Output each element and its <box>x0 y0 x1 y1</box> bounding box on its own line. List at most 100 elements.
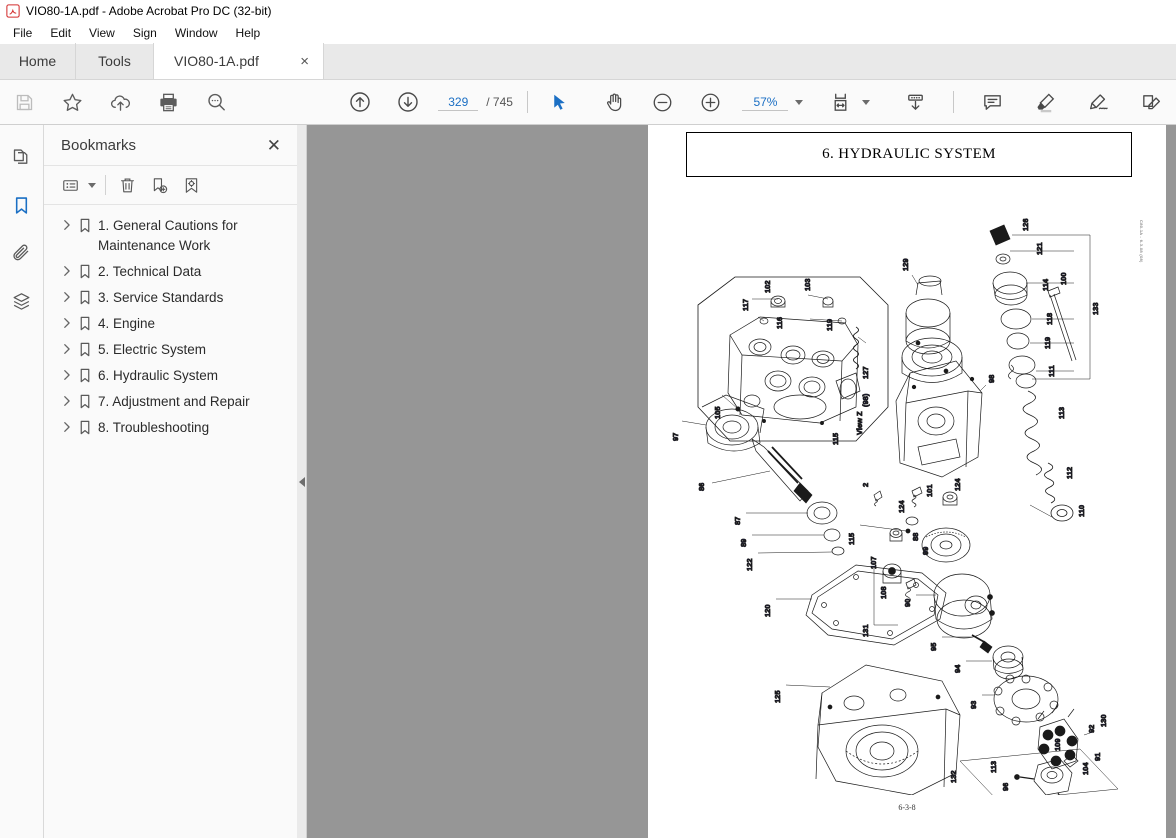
callout-107: 107 <box>869 556 878 569</box>
search-button[interactable] <box>201 87 231 117</box>
upload-cloud-button[interactable] <box>105 87 135 117</box>
chevron-right-icon[interactable] <box>58 392 74 407</box>
toolbar-tools-group <box>535 87 939 117</box>
previous-page-button[interactable] <box>345 87 375 117</box>
page-number-input[interactable] <box>438 93 479 111</box>
bookmark-item-7[interactable]: 7. Adjustment and Repair <box>44 389 297 415</box>
trash-icon <box>121 177 134 192</box>
hand-icon <box>607 93 622 111</box>
download-pages-button[interactable] <box>900 87 930 117</box>
bookmark-item-4[interactable]: 4. Engine <box>44 311 297 337</box>
callout-102: 102 <box>763 280 772 293</box>
callout-126: 126 <box>1021 218 1030 231</box>
arrow-down-circle-icon <box>398 92 418 112</box>
rail-layers[interactable] <box>6 285 38 317</box>
layers-icon <box>13 292 30 310</box>
tab-tools[interactable]: Tools <box>76 43 154 79</box>
edit-pdf-button[interactable] <box>1137 87 1167 117</box>
bookmark-options-button[interactable] <box>58 172 83 198</box>
bookmark-item-2[interactable]: 2. Technical Data <box>44 259 297 285</box>
bookmark-item-8[interactable]: 8. Troubleshooting <box>44 415 297 441</box>
navigation-rail <box>0 125 44 838</box>
chevron-right-icon[interactable] <box>58 314 74 329</box>
menu-edit[interactable]: Edit <box>41 24 80 42</box>
callout-132: 132 <box>949 770 958 783</box>
chevron-right-icon[interactable] <box>58 216 74 231</box>
bookmark-target-icon <box>185 177 198 193</box>
rail-page-thumbnails[interactable] <box>6 141 38 173</box>
new-bookmark-button[interactable] <box>147 172 172 198</box>
bookmark-item-6[interactable]: 6. Hydraulic System <box>44 363 297 389</box>
callout-91: 91 <box>1093 753 1102 761</box>
tab-home[interactable]: Home <box>0 43 76 79</box>
select-tool-button[interactable] <box>544 87 574 117</box>
hand-tool-button[interactable] <box>599 87 629 117</box>
tab-document-label: VIO80-1A.pdf <box>174 53 259 69</box>
collapse-panel-handle[interactable] <box>297 125 307 838</box>
document-section-title: 6. HYDRAULIC SYSTEM <box>822 146 996 162</box>
arrow-up-circle-icon <box>350 92 370 112</box>
zoom-out-button[interactable] <box>647 87 677 117</box>
print-button[interactable] <box>153 87 183 117</box>
callout-93: 93 <box>969 701 978 709</box>
bookmark-icon <box>74 288 96 305</box>
save-button[interactable] <box>9 87 39 117</box>
callout-113: 113 <box>989 761 998 773</box>
document-section-header: 6. HYDRAULIC SYSTEM <box>686 132 1132 177</box>
chevron-right-icon[interactable] <box>58 340 74 355</box>
chevron-right-icon[interactable] <box>58 262 74 277</box>
highlight-button[interactable] <box>1031 87 1061 117</box>
callout-125: 125 <box>773 690 782 703</box>
bookmark-icon <box>74 216 96 233</box>
chevron-down-icon[interactable] <box>795 99 804 105</box>
bookmark-label: 1. General Cautions for Maintenance Work <box>98 218 238 253</box>
bookmark-label: 7. Adjustment and Repair <box>98 394 250 409</box>
bookmark-item-3[interactable]: 3. Service Standards <box>44 285 297 311</box>
zoom-in-button[interactable] <box>695 87 725 117</box>
new-bookmark-icon <box>153 177 168 193</box>
callout-117: 117 <box>741 299 750 311</box>
sign-button[interactable] <box>1084 87 1114 117</box>
chevron-right-icon[interactable] <box>58 418 74 433</box>
next-page-button[interactable] <box>393 87 423 117</box>
bookmarks-panel-title: Bookmarks <box>61 136 137 154</box>
fit-page-button[interactable] <box>825 87 855 117</box>
menu-file[interactable]: File <box>4 24 41 42</box>
rail-attachments[interactable] <box>6 237 38 269</box>
fit-page-dropdown-icon[interactable] <box>862 99 871 105</box>
callout-97: 97 <box>671 433 680 441</box>
menu-help[interactable]: Help <box>227 24 270 42</box>
menu-window[interactable]: Window <box>166 24 227 42</box>
favorite-button[interactable] <box>57 87 87 117</box>
bookmark-label: 8. Troubleshooting <box>98 420 210 435</box>
bookmark-item-1[interactable]: 1. General Cautions for Maintenance Work <box>44 213 297 259</box>
callout-98-ref: (98) <box>861 393 870 407</box>
bookmark-destination-button[interactable] <box>179 172 204 198</box>
bookmarks-toolbar-divider <box>105 175 106 195</box>
bookmark-item-5[interactable]: 5. Electric System <box>44 337 297 363</box>
zoom-level-input[interactable] <box>742 93 789 111</box>
close-panel-icon[interactable]: ✕ <box>267 137 281 154</box>
sign-icon <box>1090 93 1109 109</box>
document-viewer[interactable]: 6. HYDRAULIC SYSTEM C80-1A - 6-3-08 (08) <box>298 125 1176 838</box>
menu-view[interactable]: View <box>80 24 124 42</box>
bookmark-options-dropdown-icon[interactable] <box>88 182 96 188</box>
chevron-right-icon[interactable] <box>58 366 74 381</box>
tab-document[interactable]: VIO80-1A.pdf × <box>154 43 324 79</box>
delete-bookmark-button[interactable] <box>115 172 140 198</box>
callout-119: 119 <box>1043 337 1052 349</box>
comment-button[interactable] <box>978 87 1008 117</box>
chevron-right-icon[interactable] <box>58 288 74 303</box>
comment-icon <box>984 94 1002 110</box>
callout-130: 130 <box>1099 714 1108 727</box>
menu-sign[interactable]: Sign <box>124 24 166 42</box>
print-icon <box>159 93 177 111</box>
callout-98: 98 <box>987 375 996 383</box>
close-icon[interactable]: × <box>300 54 309 69</box>
callout-115b: 115 <box>831 433 840 445</box>
chevron-left-icon <box>298 476 305 487</box>
edit-pdf-icon <box>1143 94 1161 109</box>
pdf-page: 6. HYDRAULIC SYSTEM C80-1A - 6-3-08 (08) <box>648 125 1166 838</box>
rail-bookmarks[interactable] <box>6 189 38 221</box>
bookmark-label: 6. Hydraulic System <box>98 368 219 383</box>
